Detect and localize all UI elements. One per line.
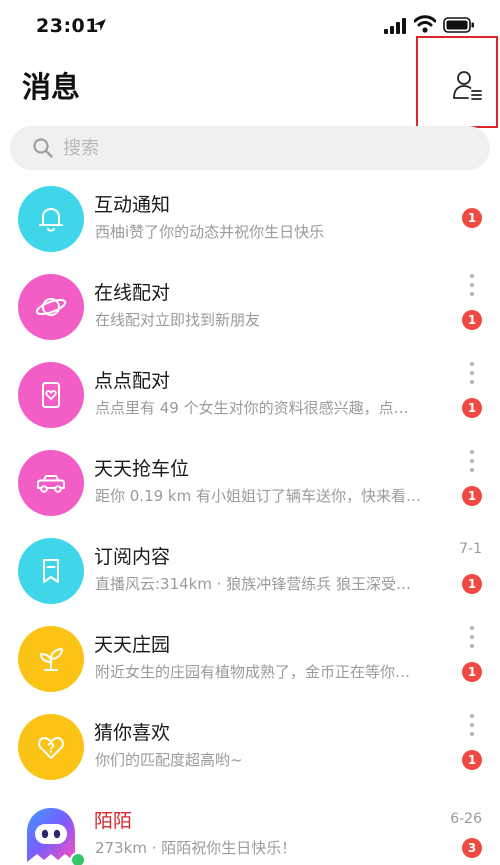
item-preview: 距你 0.19 km 有小姐姐订了辆车送你，快来看… bbox=[95, 487, 422, 505]
contacts-button[interactable] bbox=[416, 36, 498, 128]
item-preview: 西柚i赞了你的动态并祝你生日快乐 bbox=[95, 223, 325, 241]
wifi-icon bbox=[414, 15, 436, 33]
item-preview: 直播风云:314km · 狼族冲锋营练兵 狼王深受… bbox=[95, 575, 412, 593]
avatar bbox=[18, 274, 84, 340]
status-time: 23:01 bbox=[36, 15, 99, 37]
list-item-parking[interactable]: 天天抢车位 距你 0.19 km 有小姐姐订了辆车送你，快来看… 1 bbox=[0, 444, 500, 532]
unread-badge: 1 bbox=[462, 208, 482, 228]
online-status-dot bbox=[70, 852, 86, 865]
more-options-icon[interactable] bbox=[467, 450, 477, 476]
item-date: 7-1 bbox=[459, 541, 482, 557]
item-title: 天天抢车位 bbox=[94, 458, 190, 480]
cellular-signal-icon bbox=[384, 18, 406, 34]
avatar bbox=[18, 186, 84, 252]
item-title: 订阅内容 bbox=[94, 546, 171, 568]
item-title: 点点配对 bbox=[94, 370, 171, 392]
unread-badge: 1 bbox=[462, 310, 482, 330]
item-title: 猜你喜欢 bbox=[94, 722, 171, 744]
unread-badge: 1 bbox=[462, 398, 482, 418]
list-item-guess-you-like[interactable]: 猜你喜欢 你们的匹配度超高哟~ 1 bbox=[0, 708, 500, 796]
unread-badge: 3 bbox=[462, 838, 482, 858]
battery-icon bbox=[443, 17, 474, 33]
planet-icon bbox=[35, 298, 67, 316]
item-preview: 在线配对立即找到新朋友 bbox=[95, 311, 261, 329]
item-title: 天天庄园 bbox=[94, 634, 171, 656]
more-options-icon[interactable] bbox=[467, 626, 477, 652]
item-preview: 附近女生的庄园有植物成熟了，金币正在等你… bbox=[95, 663, 411, 681]
item-date: 6-26 bbox=[450, 811, 482, 827]
avatar bbox=[18, 538, 84, 604]
avatar bbox=[18, 626, 84, 692]
unread-badge: 1 bbox=[462, 486, 482, 506]
item-title: 陌陌 bbox=[94, 810, 133, 832]
avatar bbox=[18, 450, 84, 516]
search-icon bbox=[33, 138, 53, 158]
item-title: 在线配对 bbox=[94, 282, 171, 304]
more-options-icon[interactable] bbox=[467, 362, 477, 388]
avatar bbox=[18, 714, 84, 780]
list-item-dot-match[interactable]: 点点配对 点点里有 49 个女生对你的资料很感兴趣，点… 1 bbox=[0, 356, 500, 444]
search-input[interactable] bbox=[63, 134, 463, 162]
contacts-list-icon bbox=[453, 71, 482, 100]
search-bar[interactable] bbox=[10, 126, 490, 170]
car-icon bbox=[37, 475, 65, 493]
item-preview: 273km · 陌陌祝你生日快乐！ bbox=[95, 839, 297, 857]
sprout-icon bbox=[40, 648, 63, 671]
list-item-online-match[interactable]: 在线配对 在线配对立即找到新朋友 1 bbox=[0, 268, 500, 356]
location-arrow-icon bbox=[94, 19, 106, 31]
page-title: 消息 bbox=[22, 70, 81, 104]
unread-badge: 1 bbox=[462, 750, 482, 770]
unread-badge: 1 bbox=[462, 662, 482, 682]
list-item-interaction-notice[interactable]: 互动通知 西柚i赞了你的动态并祝你生日快乐 1 bbox=[0, 180, 500, 268]
unread-badge: 1 bbox=[462, 574, 482, 594]
avatar bbox=[18, 362, 84, 428]
list-item-momo[interactable]: 陌陌 273km · 陌陌祝你生日快乐！ 6-26 3 bbox=[0, 796, 500, 865]
more-options-icon[interactable] bbox=[467, 274, 477, 300]
question-heart-icon bbox=[38, 737, 64, 759]
item-preview: 点点里有 49 个女生对你的资料很感兴趣，点… bbox=[95, 399, 409, 417]
more-options-icon[interactable] bbox=[467, 714, 477, 740]
item-preview: 你们的匹配度超高哟~ bbox=[95, 751, 243, 769]
bookmark-icon bbox=[43, 559, 59, 583]
item-title: 互动通知 bbox=[94, 194, 171, 216]
list-item-subscriptions[interactable]: 订阅内容 直播风云:314km · 狼族冲锋营练兵 狼王深受… 7-1 1 bbox=[0, 532, 500, 620]
bell-icon bbox=[39, 208, 63, 232]
list-item-farm[interactable]: 天天庄园 附近女生的庄园有植物成熟了，金币正在等你… 1 bbox=[0, 620, 500, 708]
heart-card-icon bbox=[42, 382, 60, 408]
